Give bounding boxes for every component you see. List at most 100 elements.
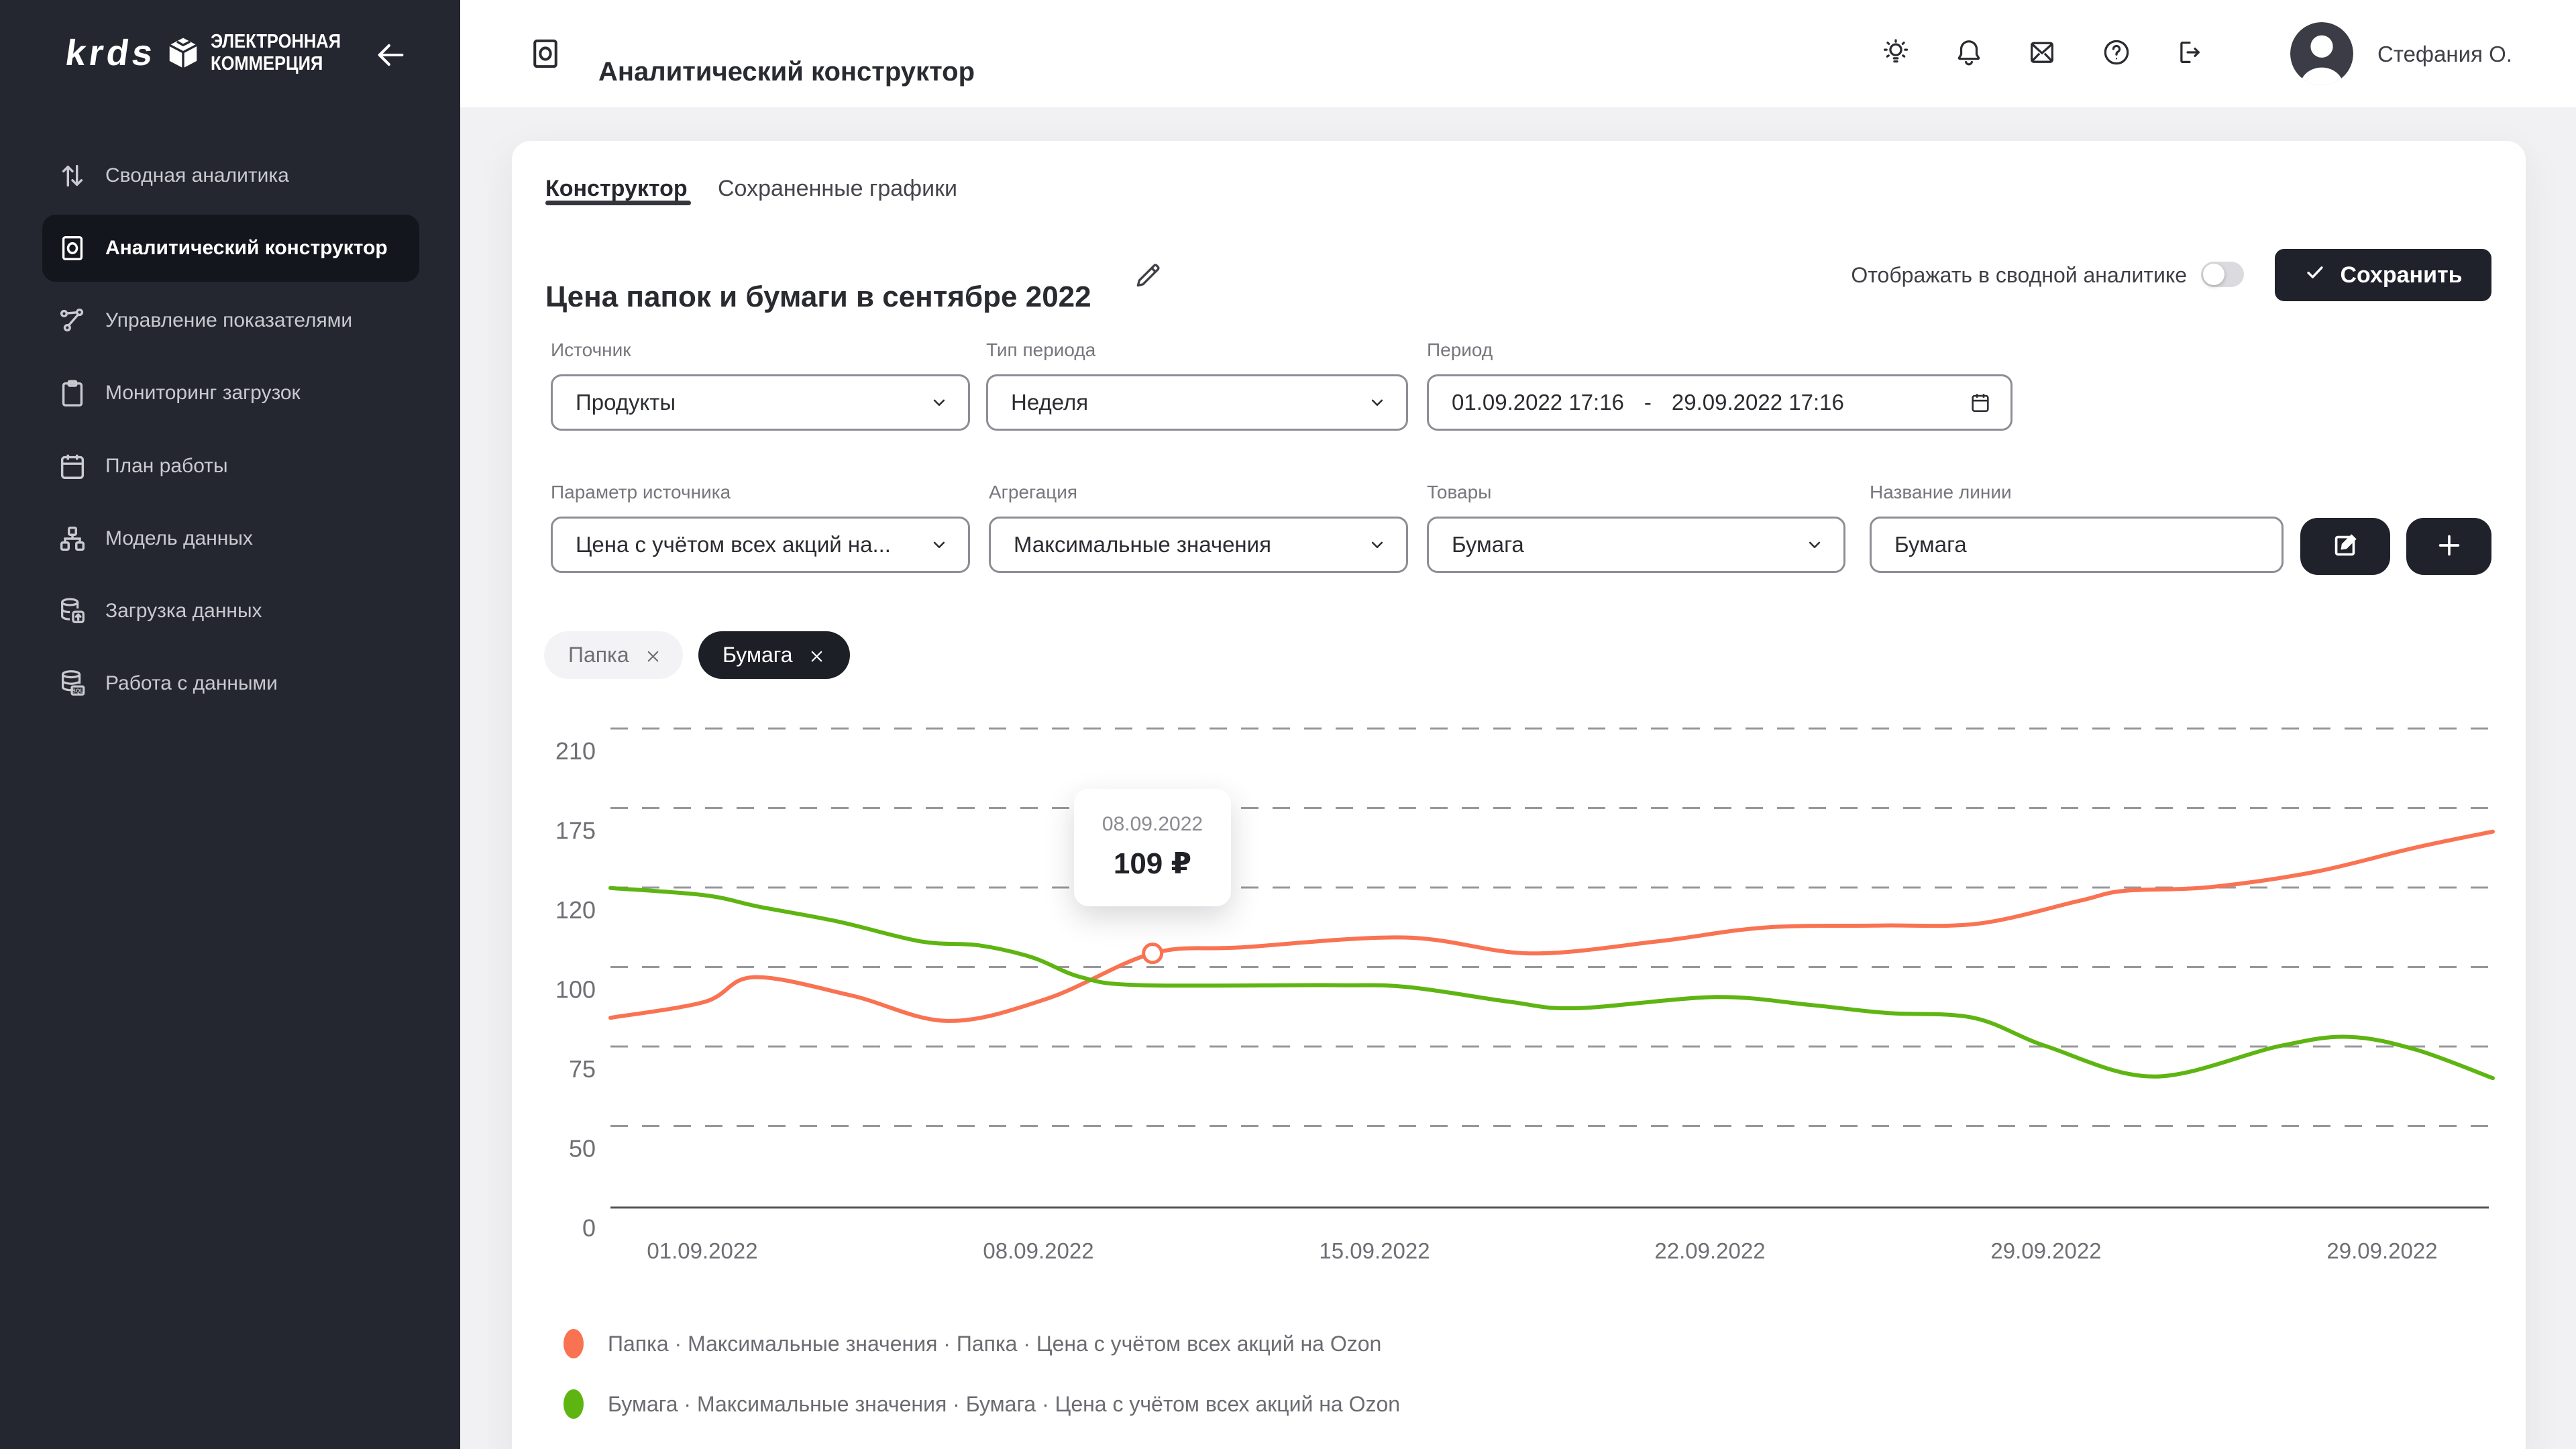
goods-select-value: Бумага: [1452, 532, 1524, 557]
idea-icon[interactable]: [1880, 37, 1911, 68]
sidebar-item-label: Сводная аналитика: [105, 164, 289, 187]
sidebar: krds ЭЛЕКТРОННАЯ КОММЕРЦИЯ Сводная анали…: [0, 0, 460, 1449]
logo: krds ЭЛЕКТРОННАЯ КОММЕРЦИЯ: [66, 31, 359, 75]
legend-dot-papka: [564, 1329, 584, 1358]
sidebar-item-org-chart[interactable]: Модель данных: [42, 505, 419, 572]
chevron-down-icon: [1367, 392, 1387, 413]
header: Аналитический конструктор Стефания О.: [460, 0, 2576, 107]
calendar-icon: [57, 451, 88, 482]
toggle-knob: [2203, 264, 2224, 285]
tooltip-date: 08.09.2022: [1074, 813, 1231, 836]
mail-icon[interactable]: [2027, 37, 2057, 68]
help-icon[interactable]: [2101, 37, 2132, 68]
edit-title-button[interactable]: [1131, 259, 1165, 292]
source-param-select[interactable]: Цена с учётом всех акций на...: [551, 517, 970, 573]
sidebar-item-db-upload[interactable]: Загрузка данных: [42, 578, 419, 645]
add-line-button[interactable]: [2406, 518, 2491, 575]
field-line-name: Название линии: [1870, 481, 2284, 573]
sidebar-item-label: Мониторинг загрузок: [105, 382, 301, 405]
field-source-label: Источник: [551, 339, 970, 362]
db-sql-icon: SQL: [57, 668, 88, 699]
field-period-type: Тип периода Неделя: [986, 339, 1408, 431]
period-range-input[interactable]: 01.09.2022 17:16 - 29.09.2022 17:16: [1427, 374, 2012, 431]
field-source-param-label: Параметр источника: [551, 481, 970, 504]
logo-cube-icon: [165, 35, 201, 71]
legend-item-papka: Папка · Максимальные значения · Папка · …: [564, 1329, 1381, 1358]
sidebar-item-label: Работа с данными: [105, 672, 278, 695]
period-type-select[interactable]: Неделя: [986, 374, 1408, 431]
sidebar-item-frame-circle[interactable]: Аналитический конструктор: [42, 215, 419, 282]
tag-bumaga[interactable]: Бумага: [698, 631, 850, 679]
goods-select[interactable]: Бумага: [1427, 517, 1845, 573]
pencil-icon: [1131, 284, 1165, 294]
share-nodes-icon: [57, 305, 88, 336]
chevron-down-icon: [1805, 535, 1825, 555]
sidebar-item-db-sql[interactable]: SQL Работа с данными: [42, 650, 419, 717]
tag-papka-label: Папка: [568, 643, 629, 667]
logo-caption-line1: ЭЛЕКТРОННАЯ: [211, 31, 341, 52]
svg-text:SQL: SQL: [72, 688, 83, 694]
legend-dot-bumaga: [564, 1389, 584, 1419]
logo-caption: ЭЛЕКТРОННАЯ КОММЕРЦИЯ: [211, 31, 341, 75]
db-upload-icon: [57, 596, 88, 627]
field-goods: Товары Бумага: [1427, 481, 1845, 573]
tab-constructor[interactable]: Конструктор: [545, 176, 688, 202]
period-type-select-value: Неделя: [1011, 390, 1088, 415]
aggregation-select-value: Максимальные значения: [1014, 532, 1271, 557]
content-card: [512, 141, 2526, 1449]
swap-arrows-icon: [57, 160, 88, 191]
source-param-select-value: Цена с учётом всех акций на...: [576, 532, 891, 557]
calendar-icon[interactable]: [1969, 391, 1992, 414]
period-end-value: 29.09.2022 17:16: [1672, 390, 1844, 415]
sidebar-item-label: Загрузка данных: [105, 600, 262, 623]
source-select[interactable]: Продукты: [551, 374, 970, 431]
legend-label-bumaga: Бумага · Максимальные значения · Бумага …: [608, 1392, 1400, 1417]
tooltip-value: 109 ₽: [1074, 847, 1231, 881]
show-in-summary-label: Отображать в сводной аналитике: [1744, 263, 2187, 288]
line-name-input[interactable]: [1870, 517, 2284, 573]
active-tab-underline: [545, 201, 691, 205]
period-start-value: 01.09.2022 17:16: [1452, 390, 1624, 415]
tag-papka[interactable]: Папка: [544, 631, 683, 679]
user-name: Стефания О.: [2377, 42, 2512, 67]
save-button[interactable]: Сохранить: [2275, 249, 2491, 301]
sidebar-item-calendar[interactable]: План работы: [42, 433, 419, 500]
back-arrow-icon: [373, 64, 408, 74]
field-aggregation-label: Агрегация: [989, 481, 1408, 504]
chevron-down-icon: [929, 535, 949, 555]
field-goods-label: Товары: [1427, 481, 1845, 504]
sidebar-item-swap-arrows[interactable]: Сводная аналитика: [42, 142, 419, 209]
sidebar-collapse-button[interactable]: [373, 38, 408, 72]
field-source-param: Параметр источника Цена с учётом всех ак…: [551, 481, 970, 573]
sidebar-item-label: Модель данных: [105, 527, 253, 550]
sidebar-item-label: План работы: [105, 455, 228, 478]
avatar[interactable]: [2290, 22, 2353, 85]
sidebar-item-share-nodes[interactable]: Управление показателями: [42, 287, 419, 354]
sidebar-item-clipboard[interactable]: Мониторинг загрузок: [42, 360, 419, 427]
field-period-label: Период: [1427, 339, 2012, 362]
aggregation-select[interactable]: Максимальные значения: [989, 517, 1408, 573]
constructor-frame-icon: [527, 32, 564, 75]
chevron-down-icon: [1367, 535, 1387, 555]
frame-circle-icon: [57, 233, 88, 264]
field-period: Период 01.09.2022 17:16 - 29.09.2022 17:…: [1427, 339, 2012, 431]
close-icon[interactable]: [644, 646, 662, 664]
plus-icon: [2434, 530, 2465, 563]
show-in-summary-toggle[interactable]: [2201, 262, 2244, 287]
logo-krds-text: krds: [63, 32, 159, 74]
notifications-icon[interactable]: [1953, 37, 1984, 68]
tab-saved-charts[interactable]: Сохраненные графики: [718, 176, 957, 202]
edit-line-button[interactable]: [2300, 518, 2390, 575]
close-icon[interactable]: [808, 646, 826, 664]
chart-tooltip: 08.09.2022 109 ₽: [1074, 789, 1231, 906]
sidebar-item-label: Аналитический конструктор: [105, 237, 388, 260]
chevron-down-icon: [929, 392, 949, 413]
legend-item-bumaga: Бумага · Максимальные значения · Бумага …: [564, 1389, 1400, 1419]
clipboard-icon: [57, 378, 88, 409]
logout-icon[interactable]: [2174, 37, 2204, 68]
save-button-label: Сохранить: [2340, 262, 2462, 288]
org-chart-icon: [57, 523, 88, 554]
app: krds ЭЛЕКТРОННАЯ КОММЕРЦИЯ Сводная анали…: [0, 0, 2576, 1449]
chart-title: Цена папок и бумаги в сентябре 2022: [545, 280, 1091, 315]
check-icon: [2304, 261, 2326, 290]
